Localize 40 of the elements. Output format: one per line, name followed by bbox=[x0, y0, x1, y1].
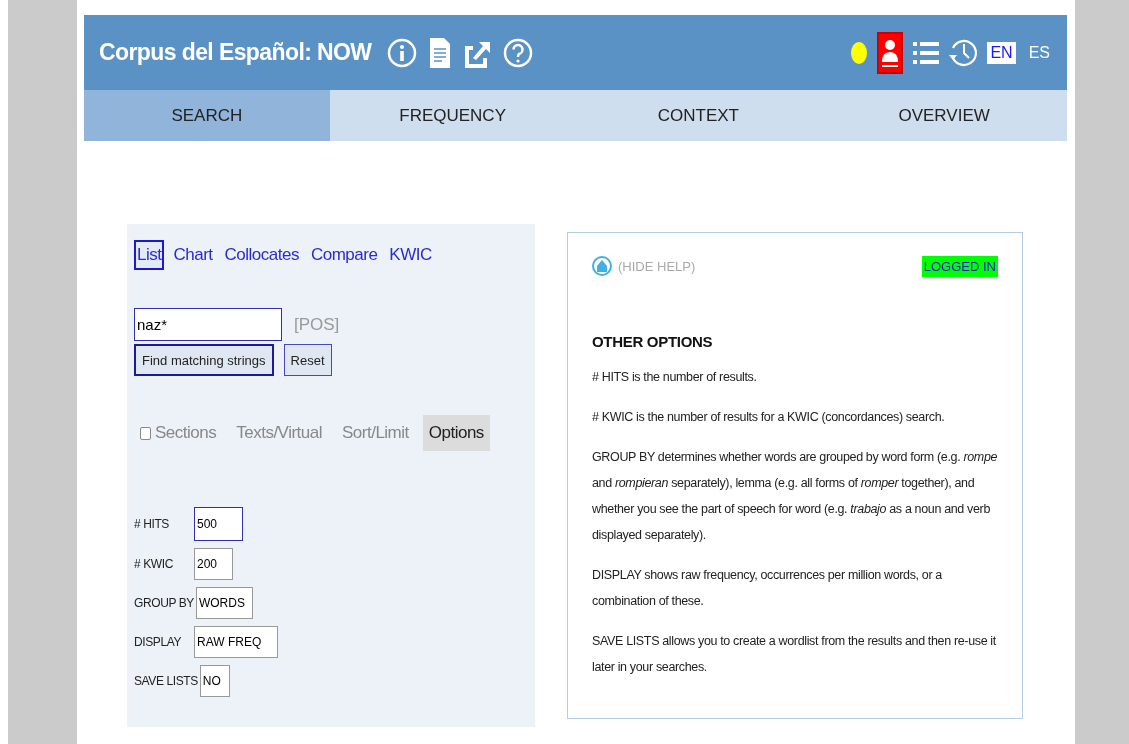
user-button[interactable] bbox=[877, 31, 904, 74]
search-field[interactable]: naz* bbox=[134, 308, 282, 341]
field-label: # HITS bbox=[134, 517, 170, 531]
option-field[interactable]: RAW FREQ bbox=[194, 626, 278, 658]
option-tab[interactable]: Options bbox=[422, 415, 490, 451]
help-paragraph: GROUP BY determines whether words are grouped by word form (e.g. rompe and rompieran separately), lemma (e.g. all forms of romper together), and whether you see the part of speech for word (e.g. trabajo as a noun and verb displayed separately). bbox=[592, 449, 998, 544]
option-field[interactable]: NO bbox=[199, 665, 230, 697]
document-icon[interactable] bbox=[429, 36, 452, 69]
nav-tab[interactable]: FREQUENCY bbox=[329, 90, 576, 141]
search-type-link[interactable]: Chart bbox=[170, 240, 216, 270]
help-icon[interactable] bbox=[503, 37, 534, 68]
nav-tab[interactable]: SEARCH bbox=[84, 90, 330, 141]
info-icon[interactable] bbox=[387, 37, 418, 68]
search-type-link[interactable]: KWIC bbox=[386, 240, 435, 270]
find-button[interactable]: Find matching strings bbox=[134, 344, 274, 376]
field-label: DISPLAY bbox=[134, 635, 182, 649]
home-icon[interactable] bbox=[592, 253, 612, 279]
field-label: GROUP BY bbox=[134, 596, 194, 610]
field-label: # KWIC bbox=[134, 557, 174, 571]
status-dot bbox=[851, 41, 868, 64]
list-icon[interactable] bbox=[913, 40, 940, 65]
nav-tab[interactable]: CONTEXT bbox=[575, 90, 822, 141]
field-label: SAVE LISTS bbox=[134, 674, 198, 688]
search-type-link[interactable]: Compare bbox=[307, 240, 381, 270]
help-paragraph: # HITS is the number of results. bbox=[592, 369, 758, 386]
help-paragraph: SAVE LISTS allows you to create a wordlist from the results and then re-use it later in your searches. bbox=[592, 633, 997, 676]
help-paragraph: # KWIC is the number of results for a KWIC (concordances) search. bbox=[592, 409, 946, 426]
option-field[interactable]: WORDS bbox=[195, 587, 253, 619]
search-type-link[interactable]: Collocates bbox=[221, 240, 302, 270]
help-heading: OTHER OPTIONS bbox=[592, 333, 714, 350]
nav-tab[interactable]: OVERVIEW bbox=[821, 90, 1067, 141]
search-type-link[interactable]: List bbox=[134, 240, 165, 270]
option-field[interactable]: 200 bbox=[194, 548, 233, 580]
language-link[interactable]: EN bbox=[987, 41, 1016, 64]
help-paragraph: DISPLAY shows raw frequency, occurrences per million words, or a combination of these. bbox=[592, 567, 943, 610]
login-status: LOGGED IN bbox=[921, 255, 998, 277]
reset-button[interactable]: Reset bbox=[283, 344, 332, 376]
checkbox[interactable] bbox=[140, 426, 151, 440]
option-field[interactable]: 500 bbox=[194, 507, 243, 541]
site-title: Corpus del Español: NOW bbox=[99, 39, 372, 66]
